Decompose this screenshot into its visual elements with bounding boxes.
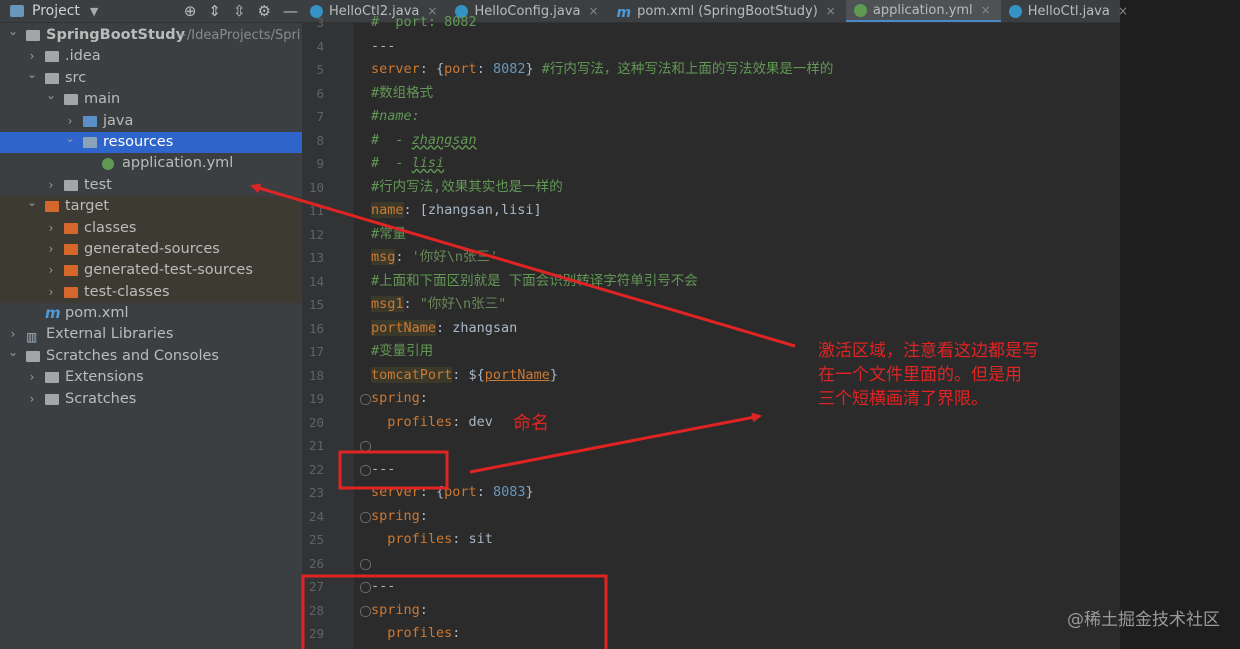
highlight-box-third-document <box>301 574 608 649</box>
highlight-box-separator <box>338 450 449 490</box>
arrow-to-resources <box>250 183 796 348</box>
arrow-to-explanation <box>469 412 762 474</box>
watermark: @稀土掘金技术社区 <box>1067 610 1220 630</box>
annotation-overlay <box>250 183 796 649</box>
